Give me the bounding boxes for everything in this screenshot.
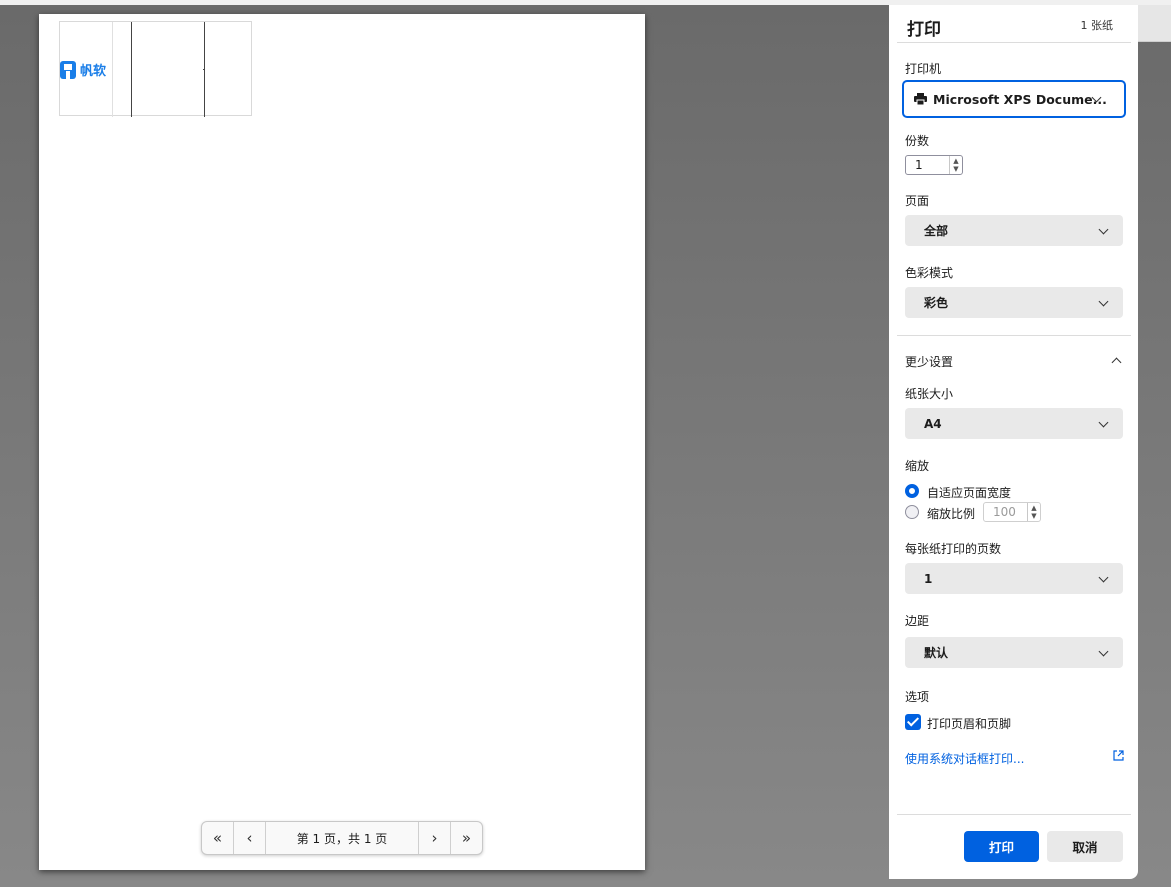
page-indicator: 第 1 页，共 1 页 xyxy=(296,831,388,846)
previous-page-button[interactable]: ‹ xyxy=(234,822,266,854)
panel-title: 打印 xyxy=(907,20,941,40)
stepper-arrows[interactable]: ▲ ▼ xyxy=(1027,503,1040,521)
stepper-up-icon: ▲ xyxy=(1031,504,1037,512)
first-page-button[interactable]: « xyxy=(202,822,234,854)
options-label: 选项 xyxy=(905,690,930,704)
paper-size-label: 纸张大小 xyxy=(905,387,954,401)
system-dialog-link[interactable]: 使用系统对话框打印... xyxy=(905,750,1024,767)
color-mode-label: 色彩模式 xyxy=(905,266,954,280)
stepper-down-icon: ▼ xyxy=(953,165,959,173)
pages-per-sheet-select[interactable]: 1 xyxy=(905,563,1123,594)
paper-size-value: A4 xyxy=(924,416,942,431)
external-link-icon[interactable] xyxy=(1113,750,1124,761)
pages-value: 全部 xyxy=(924,224,949,238)
copies-stepper[interactable]: 1 ▲ ▼ xyxy=(905,155,963,175)
printer-icon xyxy=(914,93,927,105)
chevron-down-icon xyxy=(1098,572,1109,583)
margins-label: 边距 xyxy=(905,614,930,628)
divider xyxy=(897,814,1131,815)
copies-label: 份数 xyxy=(905,134,930,148)
chevron-down-icon xyxy=(1098,224,1109,235)
sheet-count: 1 张纸 xyxy=(1080,19,1114,32)
scale-label: 缩放 xyxy=(905,459,930,473)
more-settings-toggle[interactable]: 更少设置 xyxy=(905,353,953,370)
table-column-line xyxy=(112,22,113,117)
scale-input[interactable]: 100 ▲ ▼ xyxy=(983,502,1041,522)
print-preview-page: 帆软 xyxy=(39,14,645,870)
logo-text: 帆软 xyxy=(80,64,107,79)
company-logo: 帆软 xyxy=(60,60,106,79)
cancel-button[interactable]: 取消 xyxy=(1047,831,1123,862)
chevron-down-icon xyxy=(1098,417,1109,428)
double-chevron-right-icon: » xyxy=(461,829,472,847)
scale-value: 100 xyxy=(993,505,1016,519)
copies-value: 1 xyxy=(915,158,923,172)
paper-size-select[interactable]: A4 xyxy=(905,408,1123,439)
printer-label: 打印机 xyxy=(905,62,942,76)
stepper-arrows[interactable]: ▲ ▼ xyxy=(949,156,962,174)
table-column-line xyxy=(131,22,132,117)
pages-select[interactable]: 全部 xyxy=(905,215,1123,246)
pages-label: 页面 xyxy=(905,194,930,208)
scale-custom-radio[interactable] xyxy=(905,505,919,519)
last-page-button[interactable]: » xyxy=(450,822,482,854)
table-mark xyxy=(203,69,205,70)
divider xyxy=(897,335,1131,336)
margins-value: 默认 xyxy=(924,646,949,660)
divider xyxy=(897,42,1131,43)
headers-footers-checkbox[interactable] xyxy=(905,714,921,730)
double-chevron-left-icon: « xyxy=(212,829,223,847)
logo-icon xyxy=(60,60,76,79)
pages-per-sheet-value: 1 xyxy=(924,571,933,586)
scale-fit-label: 自适应页面宽度 xyxy=(927,486,1012,500)
chevron-up-icon[interactable] xyxy=(1111,357,1122,368)
background-page-fragment xyxy=(1138,5,1171,42)
chevron-left-icon: ‹ xyxy=(246,829,253,847)
stepper-up-icon: ▲ xyxy=(953,157,959,165)
printer-value: Microsoft XPS Docume... xyxy=(933,91,1107,107)
chevron-down-icon xyxy=(1098,646,1109,657)
chevron-right-icon: › xyxy=(431,829,438,847)
color-mode-value: 彩色 xyxy=(924,296,949,310)
stepper-down-icon: ▼ xyxy=(1031,512,1037,520)
printer-select[interactable]: Microsoft XPS Docume... xyxy=(902,80,1126,118)
margins-select[interactable]: 默认 xyxy=(905,637,1123,668)
chevron-down-icon xyxy=(1098,296,1109,307)
headers-footers-label: 打印页眉和页脚 xyxy=(927,717,1012,731)
color-mode-select[interactable]: 彩色 xyxy=(905,287,1123,318)
scale-custom-label: 缩放比例 xyxy=(927,507,976,521)
pages-per-sheet-label: 每张纸打印的页数 xyxy=(905,542,1002,556)
print-button[interactable]: 打印 xyxy=(964,831,1039,862)
scale-fit-radio[interactable] xyxy=(905,484,919,498)
print-settings-panel: 打印 1 张纸 打印机 Microsoft XPS Docume... 份数 1… xyxy=(889,5,1138,879)
report-table: 帆软 xyxy=(59,21,252,117)
preview-pager: « ‹ 第 1 页，共 1 页 › » xyxy=(201,821,483,855)
next-page-button[interactable]: › xyxy=(418,822,450,854)
